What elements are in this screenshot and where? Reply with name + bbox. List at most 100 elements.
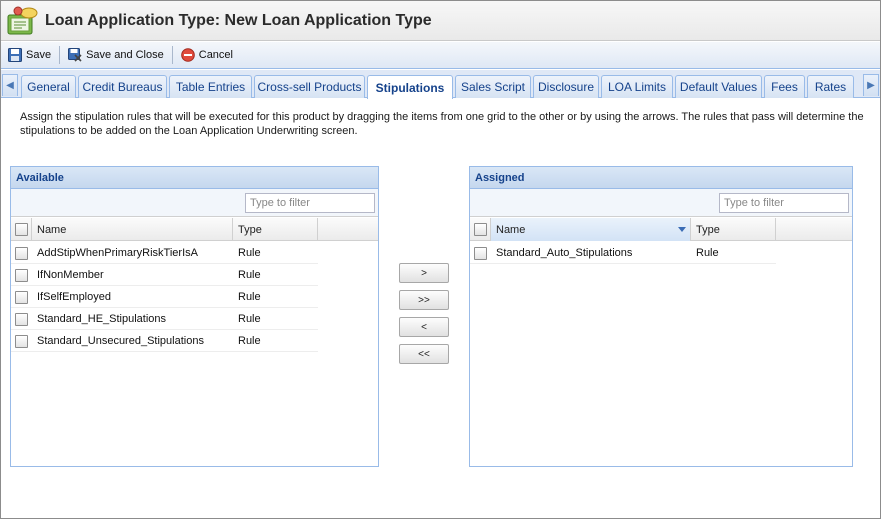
- move-right-button[interactable]: >: [399, 263, 449, 283]
- save-and-close-label: Save and Close: [86, 49, 164, 61]
- tab-cross-sell-products[interactable]: Cross-sell Products: [254, 75, 365, 98]
- column-header-type[interactable]: Type: [691, 218, 776, 241]
- save-and-close-icon: [68, 48, 82, 62]
- row-type: Rule: [238, 335, 261, 347]
- assigned-column-headers: Name Type: [470, 218, 852, 241]
- row-type: Rule: [238, 247, 261, 259]
- assigned-rows: Standard_Auto_Stipulations Rule: [470, 242, 776, 264]
- table-row[interactable]: IfNonMember Rule: [11, 264, 318, 286]
- assigned-grid-title: Assigned: [470, 167, 852, 189]
- tab-scroll-left-button[interactable]: ◀: [2, 74, 18, 96]
- cancel-button[interactable]: Cancel: [178, 45, 236, 65]
- loan-application-icon: [5, 4, 39, 38]
- tab-label: Default Values: [679, 80, 758, 94]
- cancel-icon: [180, 48, 195, 62]
- assigned-grid: Assigned Name Type Standard_Auto_Stipula…: [469, 166, 853, 467]
- arrow-right-icon: ▶: [867, 80, 875, 91]
- column-header-label: Name: [37, 223, 67, 236]
- row-type: Rule: [238, 291, 261, 303]
- tab-rates[interactable]: Rates: [807, 75, 854, 98]
- tab-label: Rates: [814, 80, 847, 94]
- tab-fees[interactable]: Fees: [764, 75, 805, 98]
- row-checkbox-cell: [11, 286, 32, 308]
- window-title: Loan Application Type: New Loan Applicat…: [45, 11, 432, 29]
- row-checkbox[interactable]: [474, 246, 487, 260]
- column-header-label: Type: [696, 223, 720, 236]
- tab-label: Cross-sell Products: [257, 80, 362, 94]
- row-type: Rule: [238, 313, 261, 325]
- instructions-text: Assign the stipulation rules that will b…: [20, 111, 864, 137]
- row-checkbox-cell: [11, 264, 32, 286]
- save-and-close-button[interactable]: Save and Close: [65, 45, 167, 65]
- tab-stipulations[interactable]: Stipulations: [367, 75, 453, 99]
- save-button[interactable]: Save: [5, 45, 54, 65]
- table-row[interactable]: Standard_Unsecured_Stipulations Rule: [11, 330, 318, 352]
- toolbar: Save Save and Close Cancel: [1, 42, 880, 69]
- column-header-label: Name: [496, 223, 526, 236]
- tab-label: Sales Script: [460, 80, 526, 94]
- row-type: Rule: [238, 269, 261, 281]
- row-type: Rule: [696, 247, 719, 259]
- table-row[interactable]: Standard_HE_Stipulations Rule: [11, 308, 318, 330]
- available-filter-bar: [11, 189, 378, 217]
- floppy-disk-icon: [8, 48, 22, 62]
- table-row[interactable]: IfSelfEmployed Rule: [11, 286, 318, 308]
- row-name: IfSelfEmployed: [37, 291, 111, 303]
- toolbar-separator: [171, 46, 173, 64]
- tab-label: Credit Bureaus: [82, 80, 163, 94]
- available-rows: AddStipWhenPrimaryRiskTierIsA Rule IfNon…: [11, 242, 318, 352]
- cancel-label: Cancel: [198, 49, 233, 61]
- row-checkbox[interactable]: [15, 268, 28, 282]
- sort-descending-icon[interactable]: [678, 227, 686, 232]
- row-checkbox-cell: [11, 242, 32, 264]
- column-header-label: Type: [238, 223, 262, 236]
- assigned-filter-bar: [470, 189, 852, 217]
- toolbar-separator: [59, 46, 61, 64]
- row-name: Standard_Unsecured_Stipulations: [37, 335, 204, 347]
- row-checkbox-cell: [11, 330, 32, 352]
- select-all-checkbox-cell: [470, 218, 491, 241]
- column-header-filler: [318, 218, 378, 241]
- tab-general[interactable]: General: [21, 75, 76, 98]
- tab-scroll-right-button[interactable]: ▶: [863, 74, 879, 96]
- arrow-left-icon: ◀: [6, 80, 14, 91]
- row-name: Standard_Auto_Stipulations: [496, 247, 633, 259]
- column-header-type[interactable]: Type: [233, 218, 318, 241]
- select-all-checkbox-cell: [11, 218, 32, 241]
- tab-disclosure[interactable]: Disclosure: [533, 75, 599, 98]
- tab-credit-bureaus[interactable]: Credit Bureaus: [78, 75, 167, 98]
- select-all-checkbox[interactable]: [473, 223, 487, 236]
- tab-table-entries[interactable]: Table Entries: [169, 75, 252, 98]
- row-name: AddStipWhenPrimaryRiskTierIsA: [37, 247, 198, 259]
- select-all-checkbox[interactable]: [14, 223, 28, 236]
- assigned-filter-input[interactable]: [719, 193, 849, 213]
- available-column-headers: Name Type: [11, 218, 378, 241]
- column-header-name[interactable]: Name: [491, 218, 691, 241]
- tab-sales-script[interactable]: Sales Script: [455, 75, 531, 98]
- tab-label: LOA Limits: [607, 80, 667, 94]
- tab-default-values[interactable]: Default Values: [675, 75, 762, 98]
- tab-label: General: [27, 80, 70, 94]
- row-checkbox[interactable]: [15, 290, 28, 304]
- tab-strip: ◀ General Credit Bureaus Table Entries C…: [1, 70, 880, 99]
- available-grid-title: Available: [11, 167, 378, 189]
- column-header-filler: [776, 218, 852, 241]
- tab-label: Stipulations: [375, 80, 445, 95]
- table-row[interactable]: Standard_Auto_Stipulations Rule: [470, 242, 776, 264]
- column-header-name[interactable]: Name: [32, 218, 233, 241]
- row-checkbox[interactable]: [15, 312, 28, 326]
- tab-list: General Credit Bureaus Table Entries Cro…: [21, 75, 856, 99]
- tab-loa-limits[interactable]: LOA Limits: [601, 75, 673, 98]
- tab-label: Table Entries: [175, 80, 246, 94]
- move-all-right-button[interactable]: >>: [399, 290, 449, 310]
- tab-label: Disclosure: [537, 80, 594, 94]
- available-filter-input[interactable]: [245, 193, 375, 213]
- title-bar: Loan Application Type: New Loan Applicat…: [1, 1, 880, 41]
- row-checkbox[interactable]: [15, 334, 28, 348]
- table-row[interactable]: AddStipWhenPrimaryRiskTierIsA Rule: [11, 242, 318, 264]
- move-left-button[interactable]: <: [399, 317, 449, 337]
- save-label: Save: [26, 49, 52, 61]
- move-all-left-button[interactable]: <<: [399, 344, 449, 364]
- row-checkbox[interactable]: [15, 246, 28, 260]
- row-checkbox-cell: [11, 308, 32, 330]
